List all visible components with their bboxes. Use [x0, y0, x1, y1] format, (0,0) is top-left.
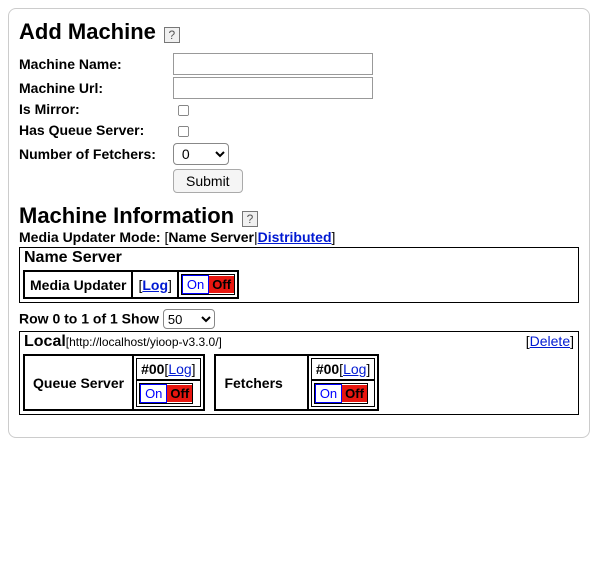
local-machine-box: Local [http://localhost/yioop-v3.3.0/] […: [19, 331, 579, 415]
help-icon[interactable]: ?: [164, 27, 180, 43]
machine-url-label: Machine Url:: [19, 80, 169, 96]
help-icon[interactable]: ?: [242, 211, 258, 227]
queue-server-log-link[interactable]: Log: [168, 361, 191, 377]
add-machine-heading: Add Machine: [19, 19, 156, 45]
queue-server-on-button[interactable]: On: [140, 384, 167, 403]
media-mode-name-server: Name Server: [168, 229, 254, 245]
submit-button[interactable]: Submit: [173, 169, 243, 193]
media-updater-on-button[interactable]: On: [182, 275, 209, 294]
media-mode-label: Media Updater Mode:: [19, 229, 161, 245]
queue-server-label: Queue Server: [24, 355, 133, 410]
machine-name-input[interactable]: [173, 53, 373, 75]
media-updater-log-link[interactable]: Log: [142, 277, 168, 293]
name-server-title: Name Server: [20, 248, 578, 267]
media-updater-label: Media Updater: [24, 271, 132, 298]
queue-server-id: #00: [141, 361, 164, 377]
local-title: Local: [24, 333, 66, 351]
fetcher-on-button[interactable]: On: [315, 384, 342, 403]
fetcher-id: #00: [316, 361, 339, 377]
local-url: [http://localhost/yioop-v3.3.0/]: [66, 335, 222, 349]
pager-show-select[interactable]: 50: [163, 309, 215, 329]
machine-name-label: Machine Name:: [19, 56, 169, 72]
has-queue-server-label: Has Queue Server:: [19, 122, 169, 138]
media-updater-off-button[interactable]: Off: [209, 276, 234, 293]
has-queue-server-checkbox[interactable]: [178, 126, 189, 137]
media-mode-distributed-link[interactable]: Distributed: [258, 229, 332, 245]
fetchers-label: Fetchers: [215, 355, 307, 410]
local-delete-link[interactable]: Delete: [530, 333, 570, 349]
name-server-box: Name Server Media Updater [Log] OnOff: [19, 247, 579, 303]
machine-url-input[interactable]: [173, 77, 373, 99]
is-mirror-label: Is Mirror:: [19, 101, 169, 117]
fetcher-off-button[interactable]: Off: [342, 385, 367, 402]
queue-server-off-button[interactable]: Off: [167, 385, 192, 402]
fetcher-log-link[interactable]: Log: [343, 361, 366, 377]
is-mirror-checkbox[interactable]: [178, 105, 189, 116]
machine-info-heading: Machine Information: [19, 203, 234, 229]
num-fetchers-label: Number of Fetchers:: [19, 146, 169, 162]
pager-text: Row 0 to 1 of 1 Show: [19, 311, 159, 327]
num-fetchers-select[interactable]: 0: [173, 143, 229, 165]
